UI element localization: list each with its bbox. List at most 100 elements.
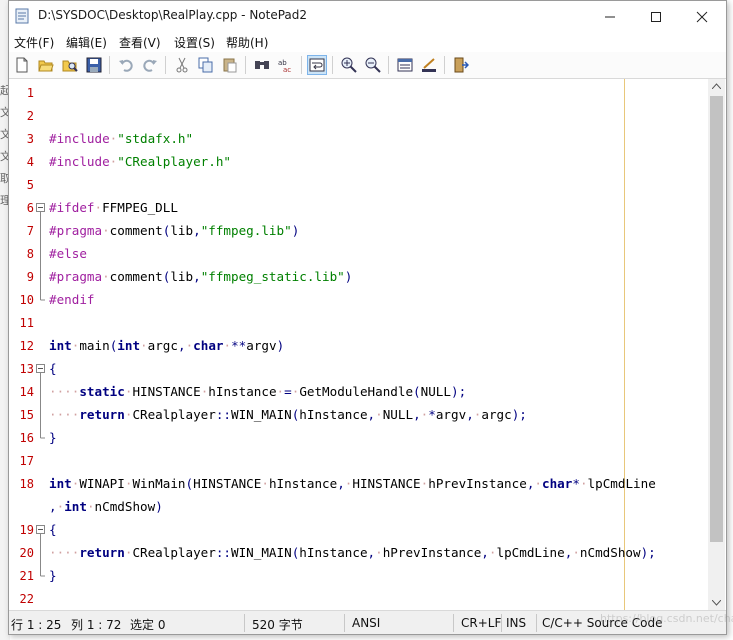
code-line[interactable]: 3 #include·"stdafx.h" [9, 127, 708, 150]
save-button[interactable] [84, 55, 104, 75]
maximize-button[interactable] [633, 1, 679, 32]
menu-edit[interactable]: 编辑(E) [66, 34, 107, 51]
status-selection: 选定 0 [130, 618, 166, 632]
code-text: #include·"CRealplayer.h" [49, 154, 231, 169]
code-line[interactable]: 11 [9, 311, 708, 334]
code-line[interactable]: 18 int·WINAPI·WinMain(HINSTANCE·hInstance… [9, 472, 708, 495]
fold-end-icon [40, 426, 45, 439]
line-number: 18 [19, 477, 34, 491]
notepad2-window: D:\SYSDOC\Desktop\RealPlay.cpp - NotePad… [8, 0, 727, 635]
undo-button[interactable] [116, 55, 136, 75]
code-line[interactable]: 2 [9, 104, 708, 127]
menu-settings[interactable]: 设置(S) [174, 34, 215, 51]
line-number: 10 [19, 293, 34, 307]
code-line[interactable]: 8 #else [9, 242, 708, 265]
redo-button[interactable] [140, 55, 160, 75]
browse-button[interactable] [60, 55, 80, 75]
zoom-in-button[interactable] [339, 55, 359, 75]
code-line[interactable]: 4 #include·"CRealplayer.h" [9, 150, 708, 173]
minimize-icon [605, 16, 615, 17]
toolbar-separator [388, 56, 389, 74]
open-button[interactable] [36, 55, 56, 75]
cut-button[interactable] [172, 55, 192, 75]
zoom-out-button[interactable] [363, 55, 383, 75]
menu-view[interactable]: 查看(V) [119, 34, 161, 51]
status-mode[interactable]: INS [506, 616, 526, 630]
code-line[interactable]: 12 int·main(int·argc,·char·**argv) [9, 334, 708, 357]
replace-icon: abac [278, 59, 291, 73]
code-line[interactable]: 5 [9, 173, 708, 196]
code-text: } [49, 568, 57, 583]
toolbar-separator [332, 56, 333, 74]
code-line[interactable]: 7 #pragma·comment(lib,"ffmpeg.lib") [9, 219, 708, 242]
minimize-button[interactable] [587, 1, 633, 32]
new-button[interactable] [12, 55, 32, 75]
code-text: #else [49, 246, 87, 261]
scrollbar-thumb[interactable] [710, 96, 723, 542]
view-scheme-button[interactable] [395, 55, 415, 75]
status-line: 行 1 : 25 [11, 618, 62, 632]
window-title: D:\SYSDOC\Desktop\RealPlay.cpp - NotePad… [38, 8, 308, 22]
menu-file[interactable]: 文件(F) [14, 34, 54, 51]
fold-line-icon [40, 242, 41, 265]
paste-button[interactable] [220, 55, 240, 75]
copy-button[interactable] [196, 55, 216, 75]
vertical-scrollbar[interactable] [708, 79, 725, 610]
code-line[interactable]: 6 #ifdef·FFMPEG_DLL [9, 196, 708, 219]
code-text: ····static·HINSTANCE·hInstance·=·GetModu… [49, 384, 467, 399]
background-text: 文 [0, 106, 8, 119]
status-line-endings[interactable]: CR+LF [461, 616, 501, 630]
line-number: 11 [19, 316, 34, 330]
replace-button[interactable]: ab ac [276, 55, 296, 75]
line-number: 12 [19, 339, 34, 353]
code-line[interactable]: 14 ····static·HINSTANCE·hInstance·=·GetMo… [9, 380, 708, 403]
background-text: 理 [0, 194, 8, 207]
customize-scheme-button[interactable] [419, 55, 439, 75]
background-text: 起 [0, 84, 8, 97]
fold-line-icon [40, 219, 41, 242]
code-line[interactable]: 10 #endif [9, 288, 708, 311]
line-number: 16 [19, 431, 34, 445]
maximize-icon [651, 11, 661, 22]
menu-help[interactable]: 帮助(H) [226, 34, 268, 51]
status-encoding[interactable]: ANSI [352, 616, 380, 630]
code-line[interactable]: 19 { [9, 518, 708, 541]
find-icon [255, 61, 269, 69]
close-button[interactable] [679, 1, 725, 32]
fold-toggle-icon[interactable] [36, 518, 46, 541]
status-separator [344, 614, 345, 632]
code-line[interactable]: 1 [9, 81, 708, 104]
exit-button[interactable] [451, 55, 471, 75]
code-text: int·main(int·argc,·char·**argv) [49, 338, 285, 353]
line-number: 5 [26, 178, 34, 192]
code-text: ,·int·nCmdShow) [49, 499, 163, 514]
code-line[interactable]: 20 ····return·CRealplayer::WIN_MAIN(hInst… [9, 541, 708, 564]
code-line[interactable]: 17 [9, 449, 708, 472]
code-line[interactable]: 9 #pragma·comment(lib,"ffmpeg_static.lib"… [9, 265, 708, 288]
code-line[interactable]: 22 [9, 587, 708, 610]
paste-icon [223, 58, 237, 73]
title-bar[interactable]: D:\SYSDOC\Desktop\RealPlay.cpp - NotePad… [9, 1, 726, 32]
line-number: 21 [19, 569, 34, 583]
code-line[interactable]: 15 ····return·CRealplayer::WIN_MAIN(hInst… [9, 403, 708, 426]
code-text: #include·"stdafx.h" [49, 131, 194, 146]
code-editor[interactable]: 1 2 3 #include·"stdafx.h" 4 #include·"CRealpl… [9, 79, 708, 610]
fold-toggle-icon[interactable] [36, 357, 46, 380]
fold-line-icon [40, 403, 41, 426]
find-button[interactable] [252, 55, 272, 75]
scroll-down-icon[interactable] [712, 600, 721, 606]
word-wrap-button[interactable] [307, 55, 327, 75]
code-line[interactable]: 21} [9, 564, 708, 587]
code-line[interactable]: 16} [9, 426, 708, 449]
code-text: #endif [49, 292, 95, 307]
line-number: 22 [19, 592, 34, 606]
toolbar-separator [165, 56, 166, 74]
fold-line-icon [40, 380, 41, 403]
code-text: #pragma·comment(lib,"ffmpeg_static.lib") [49, 269, 353, 284]
code-line[interactable]: 13 { [9, 357, 708, 380]
code-line[interactable]: ,·int·nCmdShow) [9, 495, 708, 518]
line-number: 13 [19, 362, 34, 376]
scroll-up-icon[interactable] [712, 83, 721, 89]
status-separator [453, 614, 454, 632]
fold-toggle-icon[interactable] [36, 196, 46, 219]
